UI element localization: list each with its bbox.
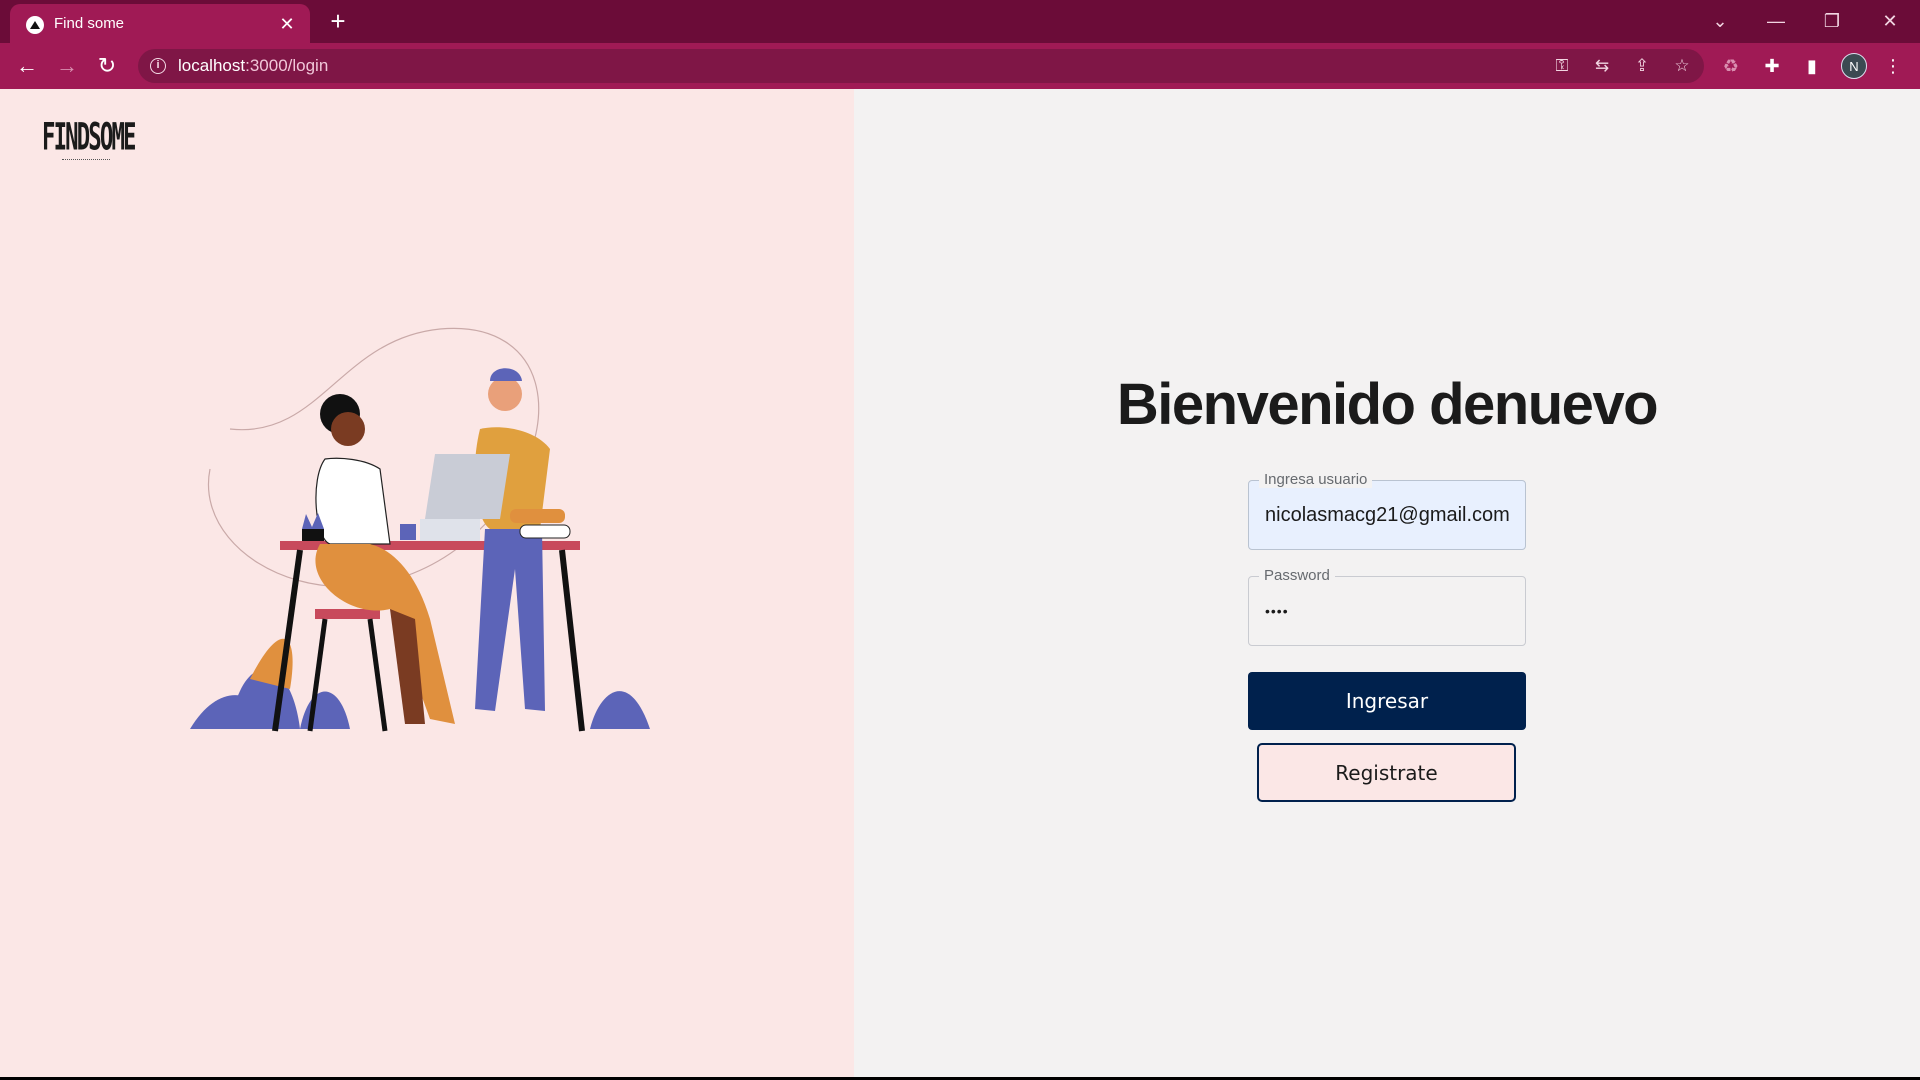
username-input[interactable] xyxy=(1249,481,1525,549)
extensions-puzzle-icon[interactable]: ✚ xyxy=(1759,53,1785,79)
password-field[interactable]: Password xyxy=(1248,567,1526,646)
url-text[interactable]: localhost:3000/login xyxy=(178,56,328,76)
more-menu-icon[interactable]: ⋮ xyxy=(1880,53,1906,79)
password-key-icon[interactable]: ⚿ xyxy=(1550,54,1574,78)
back-button[interactable]: ← xyxy=(13,52,41,80)
welcome-heading: Bienvenido denuevo xyxy=(1116,372,1659,437)
findsome-logo: FINDSOME xyxy=(42,115,136,160)
profile-avatar[interactable]: N xyxy=(1841,53,1867,79)
login-button[interactable]: Ingresar xyxy=(1248,672,1526,730)
bookmark-star-icon[interactable]: ☆ xyxy=(1670,54,1694,78)
username-field[interactable]: Ingresa usuario xyxy=(1248,471,1526,550)
people-at-desk-illustration xyxy=(190,327,650,732)
close-tab-icon[interactable]: ✕ xyxy=(276,13,298,35)
site-favicon-icon xyxy=(26,16,44,34)
minimize-window-button[interactable]: — xyxy=(1756,6,1796,36)
browser-toolbar: ← → ↻ i localhost:3000/login ⚿ ⇆ ⇪ ☆ ♻ ✚… xyxy=(0,43,1920,89)
address-bar[interactable]: i localhost:3000/login ⚿ ⇆ ⇪ ☆ xyxy=(138,49,1704,83)
translate-icon[interactable]: ⇆ xyxy=(1590,54,1614,78)
restore-window-button[interactable]: ❐ xyxy=(1812,6,1852,36)
new-tab-button[interactable]: + xyxy=(324,8,352,36)
side-panel-icon[interactable]: ▮ xyxy=(1799,53,1825,79)
login-page: FINDSOME Bienvenido denuevo Ingresa usua… xyxy=(0,89,1920,1077)
register-button[interactable]: Registrate xyxy=(1257,743,1516,802)
tab-search-icon[interactable]: ⌄ xyxy=(1700,6,1740,36)
password-input[interactable] xyxy=(1249,577,1525,645)
site-info-icon[interactable]: i xyxy=(150,58,166,74)
logo-tagline-scribble xyxy=(62,159,132,161)
browser-tab[interactable]: Find some ✕ xyxy=(10,4,310,43)
reload-button[interactable]: ↻ xyxy=(93,52,121,80)
forward-button[interactable]: → xyxy=(53,52,81,80)
browser-tab-strip: Find some ✕ + ⌄ — ❐ ✕ xyxy=(0,0,1920,43)
tab-title: Find some xyxy=(54,15,125,32)
recycle-extension-icon[interactable]: ♻ xyxy=(1718,53,1744,79)
close-window-button[interactable]: ✕ xyxy=(1870,6,1910,36)
share-icon[interactable]: ⇪ xyxy=(1630,54,1654,78)
illustration-panel: FINDSOME xyxy=(0,89,854,1077)
